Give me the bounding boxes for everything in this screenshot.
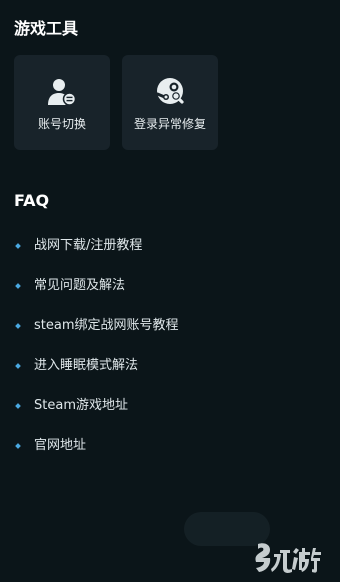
faq-item-label: 常见问题及解法	[34, 278, 126, 293]
faq-item-label: steam绑定战网账号教程	[34, 318, 179, 333]
faq-item[interactable]: 官网地址	[14, 426, 179, 466]
faq-list: 战网下载/注册教程 常见问题及解法 steam绑定战网账号教程 进入睡眠模式解法…	[14, 226, 179, 466]
diamond-bullet-icon	[15, 243, 21, 249]
faq-item[interactable]: 进入睡眠模式解法	[14, 346, 179, 386]
faq-item[interactable]: 常见问题及解法	[14, 266, 179, 306]
tool-cards: 账号切换 登录异常修复	[14, 55, 218, 150]
diamond-bullet-icon	[15, 283, 21, 289]
faq-item-label: 战网下载/注册教程	[34, 238, 143, 253]
diamond-bullet-icon	[15, 403, 21, 409]
faq-item[interactable]: 战网下载/注册教程	[14, 226, 179, 266]
faq-title: FAQ	[14, 191, 50, 210]
login-repair-card[interactable]: 登录异常修复	[122, 55, 218, 150]
faq-item-label: 进入睡眠模式解法	[34, 358, 139, 373]
faq-item-label: 官网地址	[34, 438, 87, 453]
user-switch-icon	[48, 79, 77, 106]
tools-title: 游戏工具	[14, 19, 79, 38]
jiuyou-logo-icon	[255, 543, 321, 573]
faq-item[interactable]: Steam游戏地址	[14, 386, 179, 426]
diamond-bullet-icon	[15, 443, 21, 449]
account-switch-card[interactable]: 账号切换	[14, 55, 110, 150]
faq-item-label: Steam游戏地址	[34, 398, 128, 413]
faq-item[interactable]: steam绑定战网账号教程	[14, 306, 179, 346]
login-repair-label: 登录异常修复	[133, 117, 206, 131]
diamond-bullet-icon	[15, 363, 21, 369]
diamond-bullet-icon	[15, 323, 21, 329]
account-switch-label: 账号切换	[37, 117, 86, 131]
steam-repair-icon	[156, 78, 184, 104]
